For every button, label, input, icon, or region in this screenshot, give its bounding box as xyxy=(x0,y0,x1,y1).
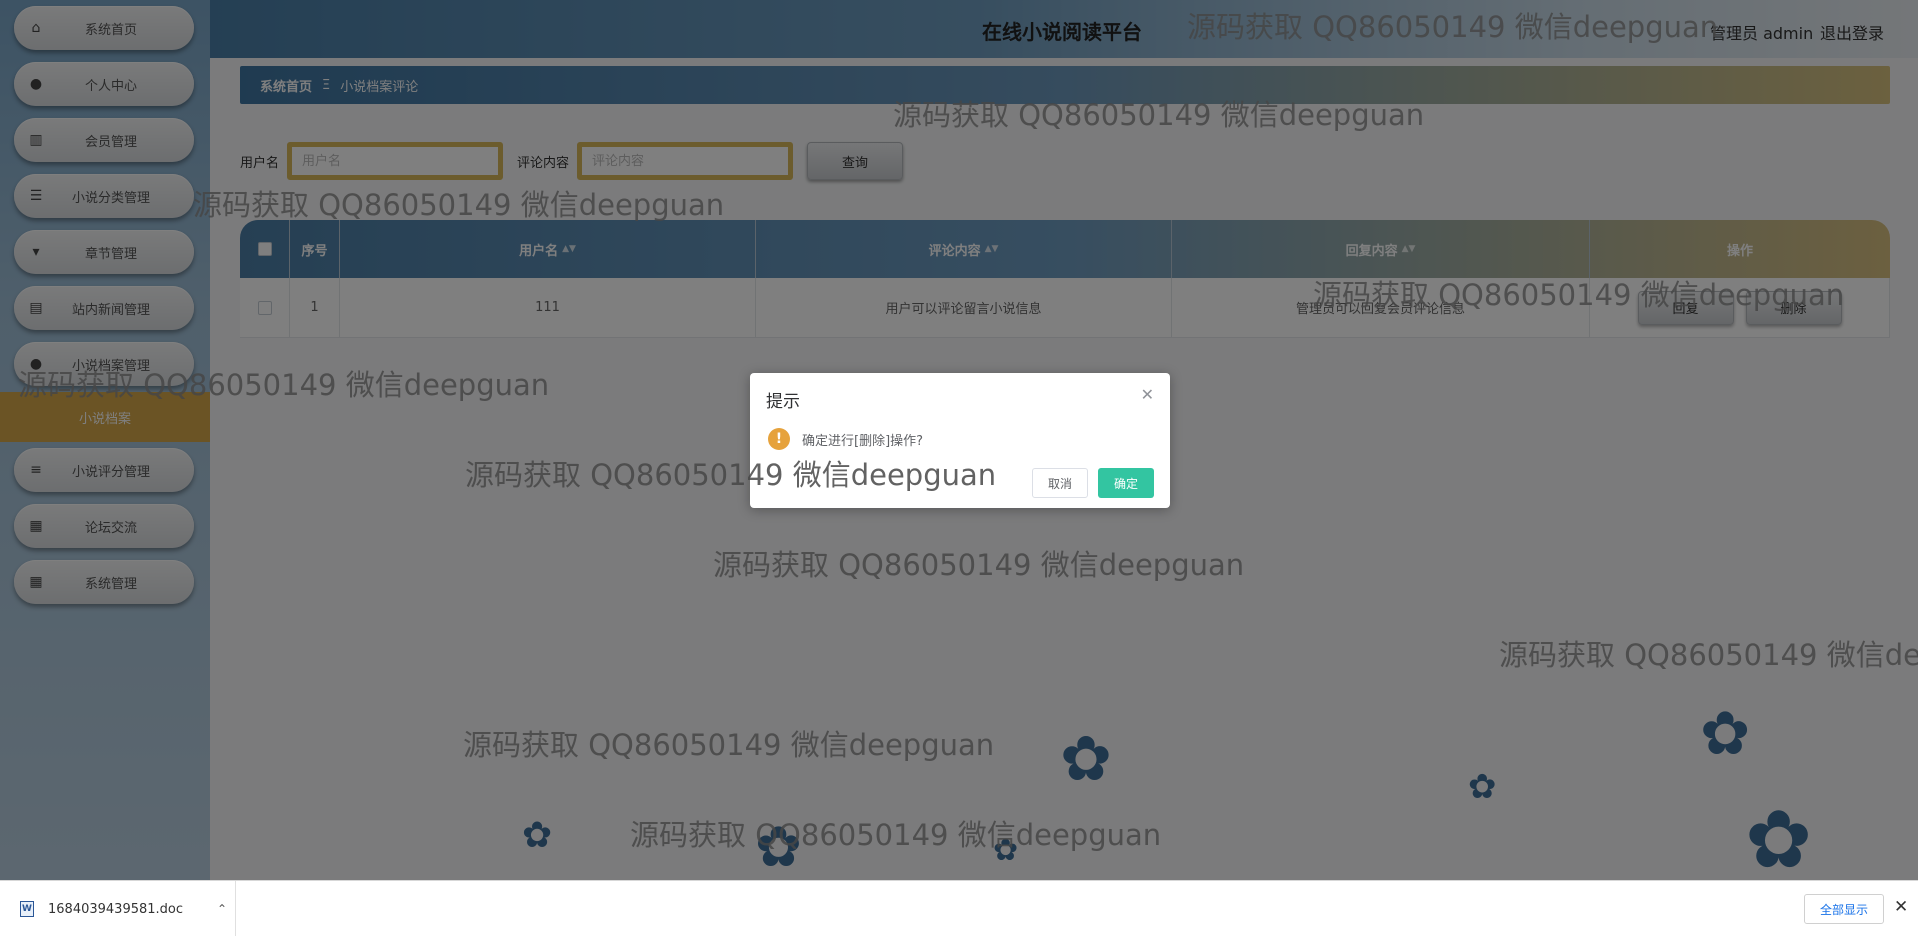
show-all-button[interactable]: 全部显示 xyxy=(1804,894,1884,924)
chevron-up-icon[interactable]: ⌃ xyxy=(217,902,227,916)
cancel-button[interactable]: 取消 xyxy=(1032,468,1088,498)
download-item[interactable]: W 1684039439581.doc ⌃ xyxy=(0,881,236,936)
warning-icon: ! xyxy=(768,428,790,450)
confirm-dialog: 提示 ✕ ! 确定进行[删除]操作? 取消 确定 xyxy=(750,373,1170,508)
download-bar: W 1684039439581.doc ⌃ 全部显示 ✕ xyxy=(0,880,1918,936)
dialog-title: 提示 xyxy=(766,392,800,412)
close-icon[interactable]: ✕ xyxy=(1141,385,1154,404)
close-icon[interactable]: ✕ xyxy=(1894,897,1908,917)
confirm-button[interactable]: 确定 xyxy=(1098,468,1154,498)
dialog-message: 确定进行[删除]操作? xyxy=(802,433,924,449)
download-file-name: 1684039439581.doc xyxy=(48,901,184,917)
dialog-body: ! 确定进行[删除]操作? xyxy=(768,428,923,450)
word-doc-icon: W xyxy=(20,901,34,917)
